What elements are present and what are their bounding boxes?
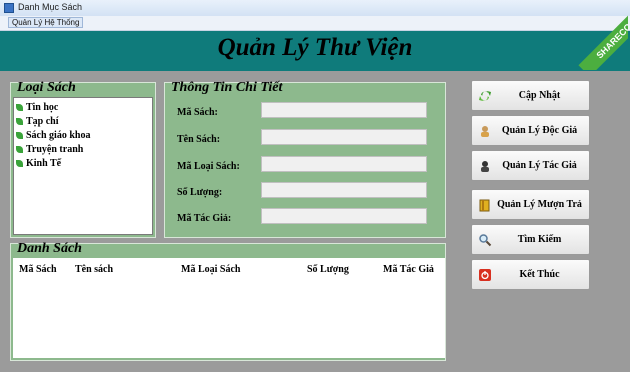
leaf-icon	[16, 146, 23, 154]
author-id-input[interactable]	[261, 208, 427, 224]
tree-item-tin-hoc[interactable]: Tin học	[16, 102, 58, 113]
window-title: Danh Mục Sách	[18, 2, 83, 12]
update-button[interactable]: Cập Nhật	[471, 80, 590, 111]
reader-icon	[481, 126, 489, 137]
author-icon	[481, 161, 489, 172]
menu-bar: Quản Lý Hệ Thống	[0, 16, 630, 31]
magnifier-icon	[479, 234, 492, 247]
book-name-label: Tên Sách:	[177, 134, 221, 145]
leaf-icon	[16, 132, 23, 140]
details-legend: Thông Tin Chi Tiết	[171, 80, 283, 95]
details-group: Thông Tin Chi Tiết Mã Sách: Tên Sách: Mã…	[164, 80, 446, 238]
leaf-icon	[16, 160, 23, 168]
category-group: Loại Sách Tin học Tạp chí Sách giáo khoa…	[10, 80, 156, 238]
app-title: Quản Lý Thư Viện	[217, 34, 413, 61]
column-header-category-id[interactable]: Mã Loại Sách	[181, 264, 240, 275]
book-icon	[479, 199, 490, 212]
app-icon	[4, 3, 14, 13]
book-name-input[interactable]	[261, 129, 427, 145]
manage-readers-button[interactable]: Quản Lý Độc Giả	[471, 115, 590, 146]
book-id-input[interactable]	[261, 102, 427, 118]
quantity-input[interactable]	[261, 182, 427, 198]
book-list-table[interactable]: Mã Sách Tên sách Mã Loại Sách Số Lượng M…	[13, 258, 445, 358]
tree-item-sach-giao-khoa[interactable]: Sách giáo khoa	[16, 130, 90, 141]
refresh-icon	[479, 91, 491, 101]
title-bar: Danh Mục Sách	[0, 0, 630, 17]
watermark-logo: SHARECODE.vn	[578, 0, 628, 70]
watermark-ribbon: SHARECODE.vn	[558, 0, 628, 70]
column-header-quantity[interactable]: Số Lượng	[307, 264, 349, 275]
search-button[interactable]: Tìm Kiếm	[471, 224, 590, 255]
column-header-book-name[interactable]: Tên sách	[75, 264, 113, 275]
menu-system-management[interactable]: Quản Lý Hệ Thống	[8, 17, 84, 28]
author-id-label: Mã Tác Giả:	[177, 213, 232, 224]
manage-authors-button[interactable]: Quản Lý Tác Giả	[471, 150, 590, 181]
column-header-author-id[interactable]: Mã Tác Giả	[383, 264, 434, 275]
leaf-icon	[16, 104, 23, 112]
category-id-input[interactable]	[261, 156, 427, 172]
category-id-label: Mã Loại Sách:	[177, 161, 240, 172]
tree-item-tap-chi[interactable]: Tạp chí	[16, 116, 59, 127]
manage-borrowing-button[interactable]: Quản Lý Mượn Trả	[471, 189, 590, 220]
tree-item-truyen-tranh[interactable]: Truyện tranh	[16, 144, 83, 155]
list-legend: Danh Sách	[17, 241, 82, 256]
book-id-label: Mã Sách:	[177, 107, 218, 118]
list-group: Danh Sách Mã Sách Tên sách Mã Loại Sách …	[10, 241, 446, 361]
column-header-book-id[interactable]: Mã Sách	[19, 264, 57, 275]
tree-item-kinh-te[interactable]: Kinh Tế	[16, 158, 61, 169]
quantity-label: Số Lượng:	[177, 187, 223, 198]
leaf-icon	[16, 118, 23, 126]
category-legend: Loại Sách	[17, 80, 76, 95]
exit-button[interactable]: Kết Thúc	[471, 259, 590, 290]
category-tree[interactable]: Tin học Tạp chí Sách giáo khoa Truyện tr…	[13, 97, 153, 235]
power-icon	[479, 269, 491, 281]
header-banner: Quản Lý Thư Viện	[0, 31, 630, 71]
